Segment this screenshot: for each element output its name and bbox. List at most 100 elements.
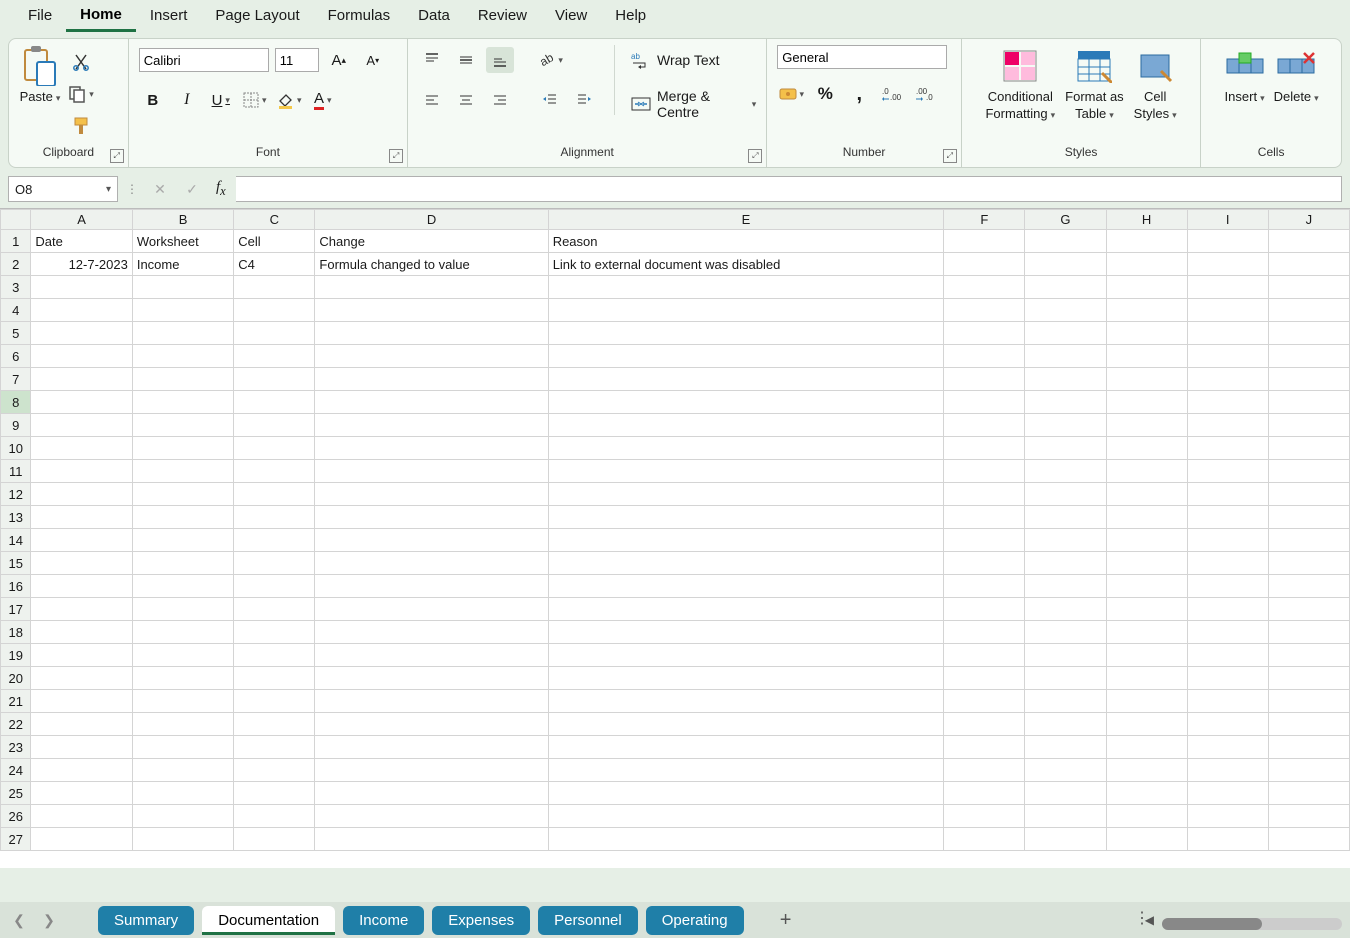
cell-C23[interactable] — [234, 736, 315, 759]
cell-D12[interactable] — [315, 483, 548, 506]
cell-H2[interactable] — [1106, 253, 1187, 276]
cell-I11[interactable] — [1187, 460, 1268, 483]
font-launcher[interactable]: ⤢ — [389, 149, 403, 163]
cell-A13[interactable] — [31, 506, 132, 529]
cell-B6[interactable] — [132, 345, 233, 368]
cell-C1[interactable]: Cell — [234, 230, 315, 253]
cell-H22[interactable] — [1106, 713, 1187, 736]
cell-H20[interactable] — [1106, 667, 1187, 690]
increase-indent-icon[interactable] — [570, 87, 598, 113]
cell-F8[interactable] — [944, 391, 1025, 414]
cell-H13[interactable] — [1106, 506, 1187, 529]
cell-H16[interactable] — [1106, 575, 1187, 598]
cell-J3[interactable] — [1268, 276, 1349, 299]
cell-I21[interactable] — [1187, 690, 1268, 713]
align-right-icon[interactable] — [486, 87, 514, 113]
row-header-27[interactable]: 27 — [1, 828, 31, 851]
row-header-15[interactable]: 15 — [1, 552, 31, 575]
col-header-E[interactable]: E — [548, 210, 944, 230]
menu-page-layout[interactable]: Page Layout — [201, 1, 313, 32]
accept-formula-icon[interactable]: ✓ — [178, 176, 206, 202]
sheet-tab-personnel[interactable]: Personnel — [538, 906, 638, 935]
cell-A23[interactable] — [31, 736, 132, 759]
insert-cells-button[interactable]: Insert — [1224, 45, 1266, 106]
row-header-21[interactable]: 21 — [1, 690, 31, 713]
col-header-J[interactable]: J — [1268, 210, 1349, 230]
format-as-table-button[interactable]: Format as Table — [1065, 45, 1124, 123]
row-header-23[interactable]: 23 — [1, 736, 31, 759]
cell-E21[interactable] — [548, 690, 944, 713]
cell-J11[interactable] — [1268, 460, 1349, 483]
cell-J6[interactable] — [1268, 345, 1349, 368]
decrease-font-icon[interactable]: A▾ — [359, 47, 387, 73]
cell-G14[interactable] — [1025, 529, 1106, 552]
cell-G17[interactable] — [1025, 598, 1106, 621]
cell-F27[interactable] — [944, 828, 1025, 851]
cell-F5[interactable] — [944, 322, 1025, 345]
number-format-select[interactable] — [777, 45, 947, 69]
cell-A8[interactable] — [31, 391, 132, 414]
cell-B11[interactable] — [132, 460, 233, 483]
copy-icon[interactable] — [67, 81, 95, 107]
row-header-10[interactable]: 10 — [1, 437, 31, 460]
col-header-C[interactable]: C — [234, 210, 315, 230]
cell-C3[interactable] — [234, 276, 315, 299]
cell-E19[interactable] — [548, 644, 944, 667]
cell-C24[interactable] — [234, 759, 315, 782]
merge-button[interactable]: Merge & Centre — [631, 89, 756, 119]
cell-A20[interactable] — [31, 667, 132, 690]
menu-help[interactable]: Help — [601, 1, 660, 32]
cell-F19[interactable] — [944, 644, 1025, 667]
cell-A25[interactable] — [31, 782, 132, 805]
name-box[interactable]: O8 — [8, 176, 118, 202]
sheet-nav-prev-icon[interactable]: ❮ — [8, 909, 30, 931]
horizontal-scrollbar[interactable] — [1162, 918, 1342, 930]
cell-C26[interactable] — [234, 805, 315, 828]
cell-F18[interactable] — [944, 621, 1025, 644]
row-header-7[interactable]: 7 — [1, 368, 31, 391]
cell-B1[interactable]: Worksheet — [132, 230, 233, 253]
cell-E14[interactable] — [548, 529, 944, 552]
cell-J16[interactable] — [1268, 575, 1349, 598]
cell-F14[interactable] — [944, 529, 1025, 552]
cell-A21[interactable] — [31, 690, 132, 713]
menu-insert[interactable]: Insert — [136, 1, 202, 32]
cell-F25[interactable] — [944, 782, 1025, 805]
cell-I16[interactable] — [1187, 575, 1268, 598]
cell-I14[interactable] — [1187, 529, 1268, 552]
cell-A6[interactable] — [31, 345, 132, 368]
cell-A14[interactable] — [31, 529, 132, 552]
cell-A4[interactable] — [31, 299, 132, 322]
cell-A26[interactable] — [31, 805, 132, 828]
cell-I22[interactable] — [1187, 713, 1268, 736]
cell-D5[interactable] — [315, 322, 548, 345]
cell-E1[interactable]: Reason — [548, 230, 944, 253]
cell-B4[interactable] — [132, 299, 233, 322]
cell-J8[interactable] — [1268, 391, 1349, 414]
cell-F21[interactable] — [944, 690, 1025, 713]
cell-C5[interactable] — [234, 322, 315, 345]
cell-C4[interactable] — [234, 299, 315, 322]
cell-A9[interactable] — [31, 414, 132, 437]
cell-G23[interactable] — [1025, 736, 1106, 759]
underline-button[interactable]: U — [207, 87, 235, 113]
cell-H1[interactable] — [1106, 230, 1187, 253]
cell-J7[interactable] — [1268, 368, 1349, 391]
cell-F10[interactable] — [944, 437, 1025, 460]
clipboard-launcher[interactable]: ⤢ — [110, 149, 124, 163]
cell-E27[interactable] — [548, 828, 944, 851]
cell-E5[interactable] — [548, 322, 944, 345]
cell-D26[interactable] — [315, 805, 548, 828]
cell-J10[interactable] — [1268, 437, 1349, 460]
cell-H19[interactable] — [1106, 644, 1187, 667]
cut-icon[interactable] — [67, 49, 95, 75]
cell-J1[interactable] — [1268, 230, 1349, 253]
cell-D10[interactable] — [315, 437, 548, 460]
cell-B2[interactable]: Income — [132, 253, 233, 276]
cell-B25[interactable] — [132, 782, 233, 805]
cell-C22[interactable] — [234, 713, 315, 736]
cell-H18[interactable] — [1106, 621, 1187, 644]
cell-G5[interactable] — [1025, 322, 1106, 345]
row-header-18[interactable]: 18 — [1, 621, 31, 644]
cell-A7[interactable] — [31, 368, 132, 391]
